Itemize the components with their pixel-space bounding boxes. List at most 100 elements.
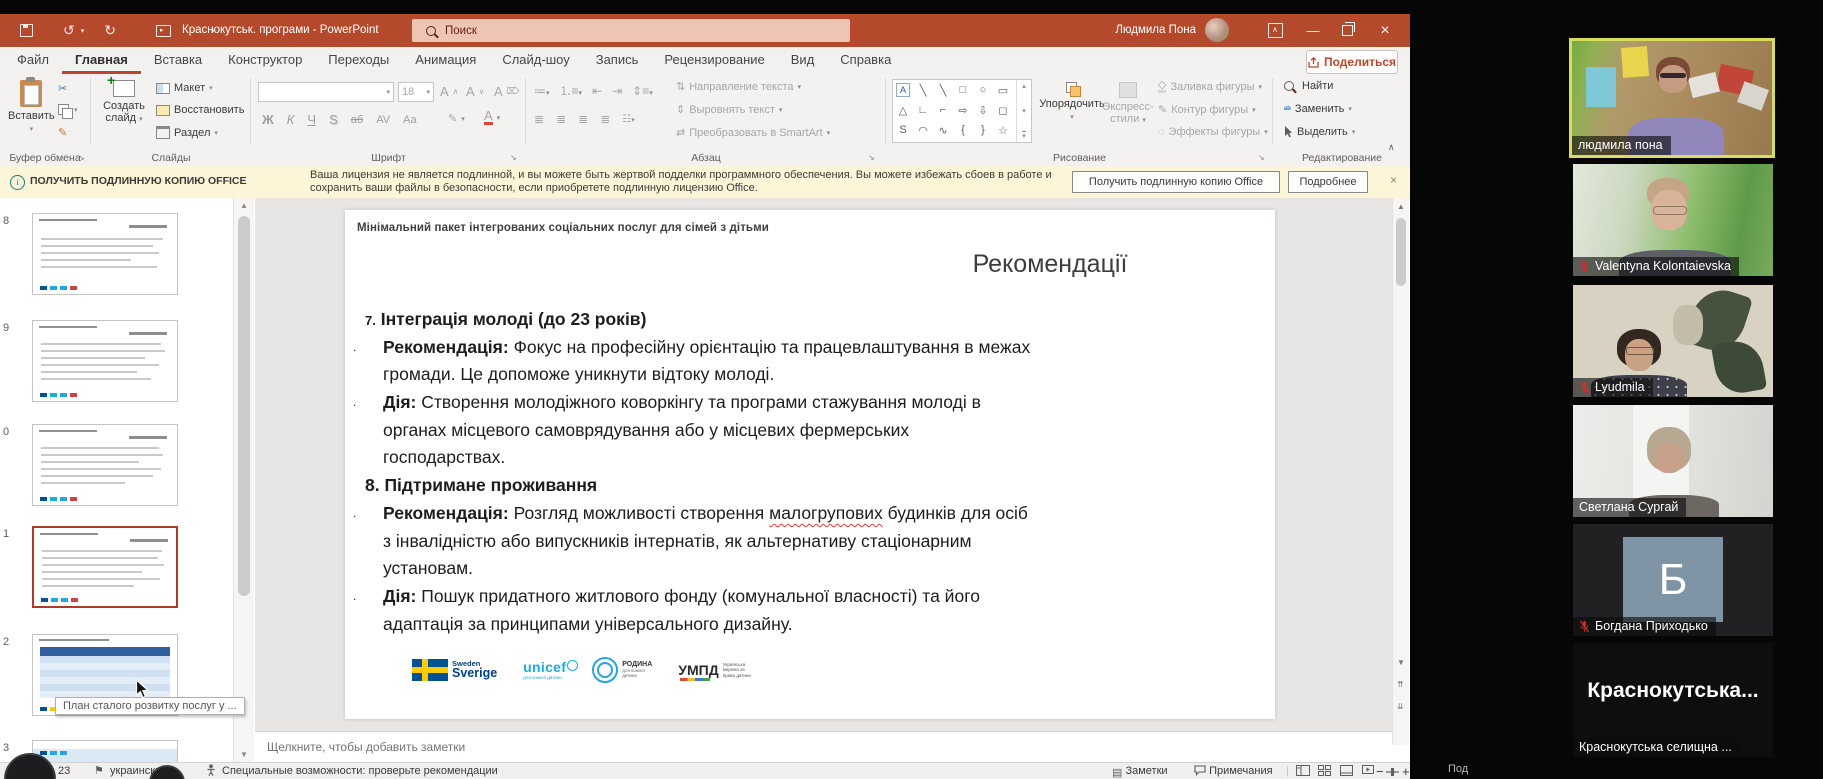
get-genuine-office-button[interactable]: Получить подлинную копию Office (1072, 171, 1280, 193)
font-dialog-launcher-icon[interactable]: ↘ (510, 153, 517, 162)
font-style-token-4[interactable]: аб (351, 114, 363, 126)
learn-more-button[interactable]: Подробнее (1288, 171, 1368, 193)
font-size-combobox[interactable]: 18▾ (398, 82, 434, 102)
shape-glyph[interactable]: □ (953, 80, 973, 100)
line-spacing-icon[interactable]: ⇕≡▾ (632, 84, 653, 98)
tab-Анимация[interactable]: Анимация (402, 47, 489, 74)
start-slideshow-icon[interactable]: ▸ (156, 25, 171, 37)
undo-dropdown-icon[interactable]: ▾ (81, 27, 85, 35)
font-style-token-2[interactable]: Ч (307, 112, 316, 127)
scroll-down-icon[interactable]: ▼ (240, 750, 248, 759)
participant-tile[interactable]: Valentyna Kolontaievska (1573, 164, 1773, 276)
tab-Главная[interactable]: Главная (62, 47, 141, 74)
shape-glyph[interactable]: ☆ (993, 120, 1013, 140)
shape-glyph[interactable]: ╲ (933, 80, 953, 100)
tab-Рецензирование[interactable]: Рецензирование (651, 47, 777, 74)
undo-icon[interactable]: ↺ (63, 22, 75, 39)
repeat-icon[interactable]: ↻ (104, 22, 116, 39)
comments-toggle-button[interactable]: Примечания (1194, 764, 1273, 779)
columns-icon[interactable]: ☷▾ (622, 114, 634, 125)
quick-styles-button[interactable]: Экспресс-стили ▾ (1104, 82, 1152, 125)
accessibility-status[interactable]: Специальные возможности: проверьте реком… (222, 764, 498, 779)
notes-toggle-button[interactable]: ▤ Заметки (1112, 764, 1168, 779)
format-painter-button[interactable]: ✎ (58, 126, 67, 139)
text-direction-button[interactable]: ⇅Направление текста▾ (676, 80, 801, 93)
warning-close-icon[interactable]: × (1390, 173, 1397, 187)
shape-fill-button[interactable]: ◇Заливка фигуры▾ (1158, 80, 1262, 93)
font-style-token-5[interactable]: AV (376, 114, 390, 126)
participant-tile-active[interactable]: людмила пона (1569, 38, 1775, 158)
ribbon-display-options-button[interactable]: ∧ (1258, 14, 1292, 47)
share-button[interactable]: Поделиться (1306, 50, 1398, 74)
justify-icon[interactable]: ≣ (600, 112, 610, 126)
search-input[interactable]: Поиск (412, 19, 850, 42)
participant-tile[interactable]: Б Богдана Приходько (1573, 524, 1773, 636)
shape-glyph[interactable]: A (896, 83, 910, 97)
numbering-icon[interactable]: ⒈≡▾ (560, 82, 583, 99)
align-center-icon[interactable]: ≣ (556, 112, 566, 126)
font-style-token-3[interactable]: S (329, 112, 338, 127)
shape-glyph[interactable]: ╲ (913, 80, 933, 100)
select-button[interactable]: Выделить▾ (1284, 126, 1355, 138)
current-slide[interactable]: Мінімальний пакет інтегрованих соціальни… (345, 210, 1275, 719)
scrollbar-thumb[interactable] (238, 216, 250, 596)
highlight-color-button[interactable]: ✎▾ (448, 112, 465, 125)
canvas-scrollbar[interactable]: ▲ ▼ ⇈ ⇊ (1392, 198, 1409, 745)
next-slide-icon[interactable]: ⇊ (1397, 702, 1404, 711)
participant-tile[interactable]: Lyudmila (1573, 285, 1773, 397)
reading-view-icon[interactable] (1340, 764, 1353, 779)
shapes-gallery[interactable]: A╲╲□○▭△∟⌐⇨⇩◻S◠∿{}☆ ▴▾▾ (892, 79, 1032, 143)
slideshow-view-icon[interactable] (1362, 764, 1374, 779)
save-icon[interactable] (20, 24, 33, 37)
slide-sorter-view-icon[interactable] (1318, 764, 1331, 779)
shape-glyph[interactable]: △ (893, 100, 913, 120)
collapse-ribbon-icon[interactable]: ∧ (1388, 142, 1395, 153)
scroll-up-icon[interactable]: ▲ (1397, 202, 1405, 211)
decrease-indent-icon[interactable]: ⇤ (592, 84, 602, 98)
shape-outline-button[interactable]: ✎Контур фигуры▾ (1158, 103, 1256, 116)
shrink-font-icon[interactable]: А∨ (466, 84, 485, 99)
shape-glyph[interactable]: ∿ (933, 120, 953, 140)
paste-button[interactable]: Вставить ▾ (8, 80, 55, 133)
zoom-more-label[interactable]: Под (1448, 763, 1468, 775)
drawing-dialog-launcher-icon[interactable]: ↘ (1258, 153, 1265, 162)
font-style-token-0[interactable]: Ж (262, 112, 274, 127)
tab-Переходы[interactable]: Переходы (315, 47, 402, 74)
tab-Слайд-шоу[interactable]: Слайд-шоу (489, 47, 582, 74)
find-button[interactable]: Найти (1284, 80, 1333, 92)
align-left-icon[interactable]: ≣ (534, 112, 544, 126)
notes-pane[interactable]: Щелкните, чтобы добавить заметки (255, 731, 1392, 762)
zoom-out-icon[interactable]: − (1376, 764, 1384, 779)
slide-thumbnail-19[interactable] (32, 320, 178, 402)
shape-effects-button[interactable]: ◌Эффекты фигуры▾ (1158, 126, 1268, 138)
minimize-button[interactable]: — (1296, 14, 1330, 47)
zoom-in-icon[interactable]: + (1402, 764, 1410, 779)
bullets-icon[interactable]: ≔▾ (534, 84, 550, 98)
cut-button[interactable]: ✂ (58, 82, 73, 95)
convert-smartart-button[interactable]: ⇄Преобразовать в SmartArt▾ (676, 126, 830, 139)
participant-tile[interactable]: Краснокутська... Краснокутська селищна .… (1573, 643, 1773, 757)
shapes-gallery-scrollbar[interactable]: ▴▾▾ (1016, 80, 1031, 142)
restore-button[interactable] (1330, 14, 1364, 47)
slide-thumbnail-20[interactable] (32, 424, 178, 506)
shape-glyph[interactable]: S (893, 120, 913, 140)
increase-indent-icon[interactable]: ⇥ (612, 84, 622, 98)
previous-slide-icon[interactable]: ⇈ (1397, 680, 1404, 689)
shape-glyph[interactable]: ⇩ (973, 100, 993, 120)
shape-glyph[interactable]: ◠ (913, 120, 933, 140)
slide-thumbnail-23[interactable] (32, 740, 178, 762)
slide-thumbnail-21-selected[interactable] (32, 526, 178, 608)
arrange-button[interactable]: Упорядочить▾ (1040, 82, 1104, 121)
align-right-icon[interactable]: ≣ (578, 112, 588, 126)
zoom-slider-thumb[interactable] (1391, 768, 1394, 776)
replace-button[interactable]: ᵃᵇЗаменить▾ (1284, 103, 1352, 115)
close-button[interactable]: × (1368, 14, 1402, 47)
shape-glyph[interactable]: ○ (973, 80, 993, 100)
align-text-button[interactable]: ⇕Выровнять текст▾ (676, 103, 782, 116)
tab-Конструктор[interactable]: Конструктор (215, 47, 315, 74)
new-slide-button[interactable]: Создатьслайд ▾ (98, 80, 150, 124)
thumbnails-scrollbar[interactable]: ▲ ▼ (233, 198, 254, 762)
shape-glyph[interactable]: ⌐ (933, 100, 953, 120)
tab-Справка[interactable]: Справка (827, 47, 904, 74)
scrollbar-thumb[interactable] (1396, 218, 1406, 286)
